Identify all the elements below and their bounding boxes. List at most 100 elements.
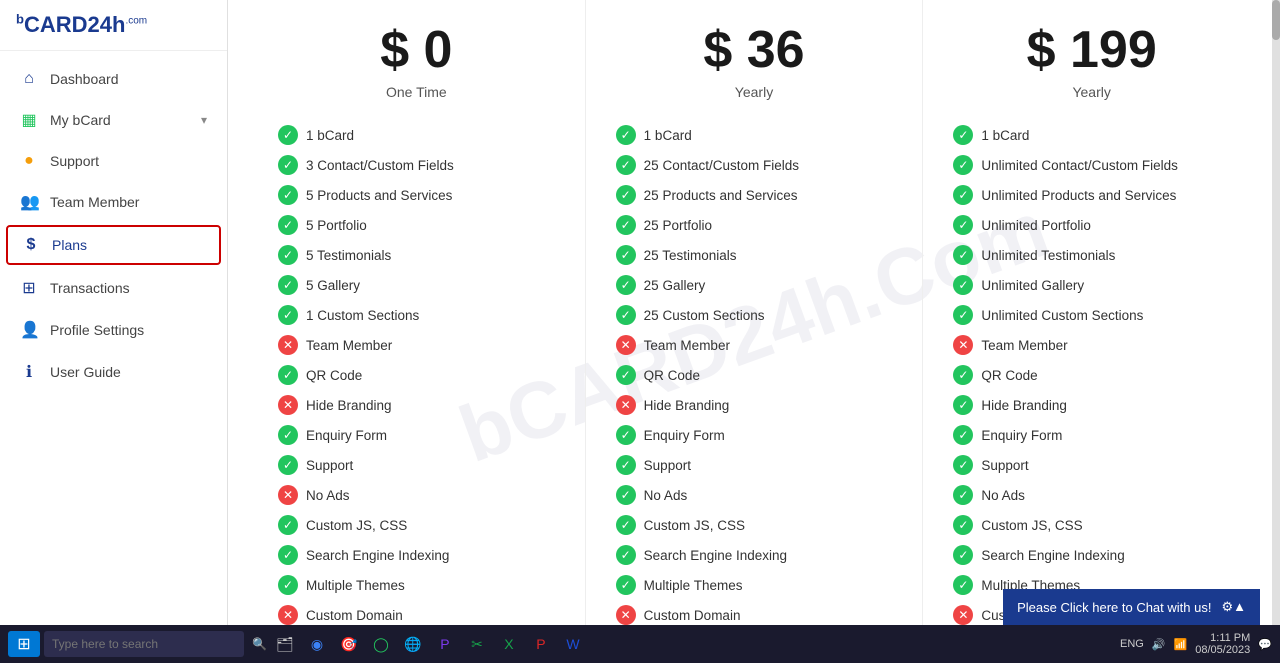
feature-item: ✓Enquiry Form: [953, 420, 1230, 450]
plan-price-36: $ 36: [616, 20, 893, 80]
check-green-icon: ✓: [953, 125, 973, 145]
taskbar-search[interactable]: [44, 631, 244, 657]
taskbar-icon-4[interactable]: ◯: [367, 631, 395, 657]
feature-label: Unlimited Products and Services: [981, 188, 1176, 203]
feature-item: ✓25 Contact/Custom Fields: [616, 150, 893, 180]
plan-period-free: One Time: [278, 84, 555, 100]
feature-item: ✓Custom JS, CSS: [953, 510, 1230, 540]
feature-label: Support: [306, 458, 353, 473]
chat-widget[interactable]: Please Click here to Chat with us! ⚙▲: [1003, 589, 1260, 625]
feature-label: 1 bCard: [981, 128, 1029, 143]
feature-label: 5 Products and Services: [306, 188, 452, 203]
taskbar-volume-icon: 🔊: [1152, 638, 1166, 651]
feature-item: ✓Multiple Themes: [278, 570, 555, 600]
feature-label: Hide Branding: [644, 398, 730, 413]
feature-item: ✕ No Ads: [278, 480, 555, 510]
feature-label: Enquiry Form: [644, 428, 725, 443]
check-red-icon: ✕: [953, 605, 973, 625]
check-green-icon: ✓: [278, 515, 298, 535]
feature-label: QR Code: [981, 368, 1037, 383]
sidebar-logo: bCARD24h.com: [0, 0, 227, 51]
feature-item: ✓QR Code: [278, 360, 555, 390]
feature-label: Custom Domain: [644, 608, 741, 623]
sidebar-item-label: My bCard: [50, 112, 189, 128]
feature-item: ✓5 Testimonials: [278, 240, 555, 270]
taskbar-icon-9[interactable]: P: [527, 631, 555, 657]
sidebar-navigation: ⌂ Dashboard ▦ My bCard ▾ ● Support 👥 Tea…: [0, 51, 227, 663]
check-green-icon: ✓: [953, 305, 973, 325]
taskbar-icon-10[interactable]: W: [559, 631, 587, 657]
taskbar-icon-edge[interactable]: ◉: [303, 631, 331, 657]
plan-period-199: Yearly: [953, 84, 1230, 100]
feature-item: ✓Unlimited Products and Services: [953, 180, 1230, 210]
taskbar-icon-8[interactable]: X: [495, 631, 523, 657]
check-green-icon: ✓: [616, 365, 636, 385]
taskbar-icon-6[interactable]: P: [431, 631, 459, 657]
check-red-icon: ✕: [616, 335, 636, 355]
check-green-icon: ✓: [953, 545, 973, 565]
plan-36: $ 36 Yearly ✓1 bCard✓25 Contact/Custom F…: [586, 0, 924, 663]
check-green-icon: ✓: [278, 545, 298, 565]
feature-item: ✓Unlimited Testimonials: [953, 240, 1230, 270]
check-red-icon: ✕: [616, 605, 636, 625]
feature-label: 5 Testimonials: [306, 248, 391, 263]
dashboard-icon: ⌂: [20, 70, 38, 88]
taskbar-icon-5[interactable]: 🌐: [399, 631, 427, 657]
gear-icon: ⚙▲: [1221, 599, 1246, 615]
taskbar-icon-3[interactable]: 🎯: [335, 631, 363, 657]
sidebar-item-userguide[interactable]: ℹ User Guide: [0, 351, 227, 393]
sidebar-item-dashboard[interactable]: ⌂ Dashboard: [0, 59, 227, 99]
feature-label: Custom Domain: [306, 608, 403, 623]
transactions-icon: ⊞: [20, 278, 38, 298]
sidebar-item-plans[interactable]: $ Plans 1: [6, 225, 221, 265]
feature-item: ✓Enquiry Form: [278, 420, 555, 450]
feature-label: Support: [644, 458, 691, 473]
feature-label: Unlimited Gallery: [981, 278, 1084, 293]
sidebar-item-support[interactable]: ● Support: [0, 141, 227, 181]
feature-label: Custom JS, CSS: [306, 518, 407, 533]
check-green-icon: ✓: [278, 185, 298, 205]
check-green-icon: ✓: [616, 575, 636, 595]
sidebar-item-transactions[interactable]: ⊞ Transactions: [0, 267, 227, 309]
feature-item: ✓25 Portfolio: [616, 210, 893, 240]
feature-label: Search Engine Indexing: [981, 548, 1124, 563]
feature-label: Team Member: [306, 338, 392, 353]
taskbar-time: 1:11 PM: [1195, 632, 1250, 644]
check-red-icon: ✕: [278, 485, 298, 505]
feature-label: 25 Gallery: [644, 278, 706, 293]
taskbar-icon-7[interactable]: ✂: [463, 631, 491, 657]
mybcard-icon: ▦: [20, 110, 38, 130]
feature-item: ✓ Custom JS, CSS: [278, 510, 555, 540]
sidebar-item-team[interactable]: 👥 Team Member: [0, 181, 227, 223]
check-red-icon: ✕: [616, 395, 636, 415]
check-green-icon: ✓: [953, 485, 973, 505]
feature-label: 25 Custom Sections: [644, 308, 765, 323]
sidebar-item-label: User Guide: [50, 364, 207, 380]
feature-label: Search Engine Indexing: [644, 548, 787, 563]
feature-label: Custom JS, CSS: [644, 518, 745, 533]
feature-label: 1 Custom Sections: [306, 308, 419, 323]
check-green-icon: ✓: [278, 125, 298, 145]
feature-item: ✓25 Gallery: [616, 270, 893, 300]
feature-label: Unlimited Portfolio: [981, 218, 1091, 233]
sidebar-item-label: Transactions: [50, 280, 207, 296]
plan-period-36: Yearly: [616, 84, 893, 100]
feature-item: ✓3 Contact/Custom Fields: [278, 150, 555, 180]
taskbar-icon-1[interactable]: 🗂: [271, 631, 299, 657]
feature-item: ✓QR Code: [953, 360, 1230, 390]
sidebar-item-label: Dashboard: [50, 71, 207, 87]
chevron-down-icon: ▾: [201, 113, 207, 127]
feature-label: 25 Contact/Custom Fields: [644, 158, 799, 173]
feature-label: No Ads: [306, 488, 350, 503]
start-button[interactable]: ⊞: [8, 631, 40, 657]
feature-label: Multiple Themes: [306, 578, 405, 593]
feature-item: ✕ Team Member: [278, 330, 555, 360]
check-red-icon: ✕: [278, 335, 298, 355]
plan-free: $ 0 One Time ✓1 bCard✓3 Contact/Custom F…: [248, 0, 586, 663]
sidebar-item-profile[interactable]: 👤 Profile Settings: [0, 309, 227, 351]
taskbar-clock: 1:11 PM 08/05/2023: [1195, 632, 1250, 656]
sidebar-item-mybcard[interactable]: ▦ My bCard ▾: [0, 99, 227, 141]
feature-label: Support: [981, 458, 1028, 473]
feature-item: ✓5 Gallery: [278, 270, 555, 300]
feature-item: ✓Hide Branding: [953, 390, 1230, 420]
